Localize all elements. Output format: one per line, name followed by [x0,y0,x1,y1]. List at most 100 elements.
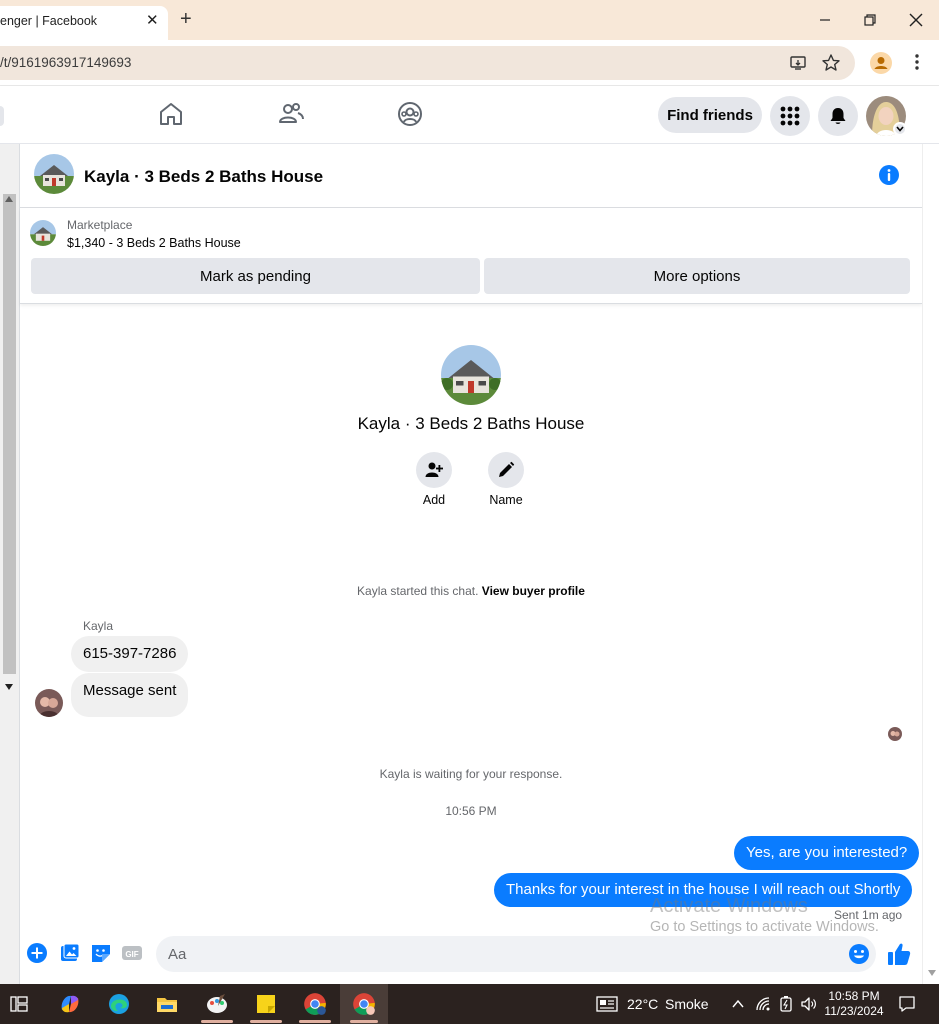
chrome-menu-icon[interactable] [908,52,926,72]
mark-as-pending-button[interactable]: Mark as pending [31,258,480,294]
app-active-indicator [299,1020,331,1023]
taskbar-clock[interactable]: 10:58 PM 11/23/2024 [824,989,884,1019]
groups-icon[interactable] [396,100,424,128]
app-active-indicator [250,1020,282,1023]
sender-avatar[interactable] [35,689,63,717]
conversation-avatar [441,345,501,405]
listing-thumbnail[interactable] [30,220,56,246]
omnibox[interactable]: /t/9161963917149693 [0,46,855,80]
add-people-button[interactable]: Add [404,452,464,507]
sender-name: Kayla [83,619,114,633]
chat-title[interactable]: Kayla · 3 Beds 2 Baths House [84,167,323,187]
install-app-icon[interactable] [789,54,807,72]
edge-app[interactable] [103,988,135,1020]
battery-icon[interactable] [778,995,794,1013]
clock-time: 10:58 PM [828,989,880,1003]
info-icon[interactable] [878,164,900,186]
find-friends-button[interactable]: Find friends [658,97,762,133]
gif-icon[interactable]: GIF [121,942,143,964]
bell-icon [830,108,846,124]
weather-desc[interactable]: Smoke [665,996,709,1012]
friends-icon[interactable] [277,100,305,128]
app-active-indicator [350,1020,378,1023]
browser-tab[interactable]: enger | Facebook ✕ [0,6,168,40]
plus-circle-icon[interactable] [26,942,48,964]
seen-indicator-avatar [888,727,902,741]
chat-list-scrollbar[interactable] [0,144,20,984]
svg-text:GIF: GIF [125,950,138,959]
notifications-button[interactable] [818,96,858,136]
chevron-down-icon [896,126,904,132]
bookmark-star-icon[interactable] [821,53,841,73]
home-icon[interactable] [157,100,185,128]
name-chat-button[interactable]: Name [476,452,536,507]
restore-icon[interactable] [860,10,880,30]
palette-icon [207,994,227,1013]
facebook-top-nav: Find friends [0,86,939,144]
tab-close-icon[interactable]: ✕ [146,11,159,29]
file-explorer-app[interactable] [151,988,183,1020]
minimize-icon[interactable] [815,10,835,30]
chevron-up-icon[interactable] [731,997,745,1011]
more-options-button[interactable]: More options [484,258,910,294]
message-bubble-incoming[interactable]: Message sent [71,673,189,717]
search-box-edge[interactable] [0,106,4,126]
kayla-photo [888,727,902,741]
chat-started-notice: Kayla started this chat. View buyer prof… [20,584,922,598]
scroll-down-icon[interactable] [928,970,936,976]
windows-taskbar: 22°C Smoke 10:58 PM 11/23/2024 [0,984,939,1024]
house-photo [441,345,501,405]
paint-app[interactable] [201,988,233,1020]
add-person-icon [425,462,443,477]
emoji-icon[interactable] [848,943,870,965]
copilot-app[interactable] [54,988,86,1020]
url-text: /t/9161963917149693 [0,55,132,70]
sticker-icon[interactable] [90,942,112,964]
message-bubble-incoming[interactable]: 615-397-7286 [71,636,189,672]
news-widget-icon[interactable] [596,996,618,1012]
wifi-icon[interactable] [755,996,771,1012]
name-circle [488,452,524,488]
menu-button[interactable] [770,96,810,136]
kayla-photo [35,689,63,717]
sticky-note-icon [257,995,275,1013]
scrollbar-thumb[interactable] [3,194,16,674]
chat-header: Kayla · 3 Beds 2 Baths House [20,144,922,208]
weather-temp[interactable]: 22°C [627,996,658,1012]
new-tab-button[interactable]: + [180,8,192,30]
account-dropdown[interactable] [893,122,907,136]
activate-windows-watermark: Activate Windows [650,895,808,917]
chrome-profile-app[interactable] [299,988,331,1020]
tab-title: enger | Facebook [0,14,98,28]
volume-icon[interactable] [800,995,818,1013]
view-buyer-profile-link[interactable]: View buyer profile [482,584,585,598]
thumbs-up-icon[interactable] [886,941,912,967]
chat-avatar[interactable] [34,154,74,194]
sticky-notes-app[interactable] [250,988,282,1020]
page-scrollbar[interactable] [922,144,939,984]
marketplace-label: Marketplace [67,218,133,232]
activate-windows-subtext: Go to Settings to activate Windows. [650,919,879,935]
folder-icon [157,998,177,1012]
scroll-down-icon[interactable] [5,684,13,690]
listing-title[interactable]: $1,340 - 3 Beds 2 Baths House [67,236,241,250]
house-photo [34,154,74,194]
photo-icon[interactable] [59,942,81,964]
chrome-icon [353,993,375,1015]
notification-center-icon[interactable] [898,995,916,1013]
copilot-icon [61,995,79,1013]
message-input[interactable] [156,936,876,972]
profile-icon[interactable] [869,51,893,75]
name-label: Name [489,493,523,507]
address-bar-row: /t/9161963917149693 [0,40,939,86]
chrome-app-active[interactable] [340,984,388,1024]
waiting-notice: Kayla is waiting for your response. [379,767,563,781]
add-circle [416,452,452,488]
close-window-icon[interactable] [906,10,926,30]
message-timestamp: 10:56 PM [445,804,497,818]
marketplace-listing-bar: Marketplace $1,340 - 3 Beds 2 Baths Hous… [20,208,922,304]
pencil-icon [499,461,515,477]
scroll-up-icon[interactable] [5,196,13,202]
message-bubble-outgoing[interactable]: Yes, are you interested? [734,836,920,870]
task-view-icon[interactable] [10,995,28,1013]
